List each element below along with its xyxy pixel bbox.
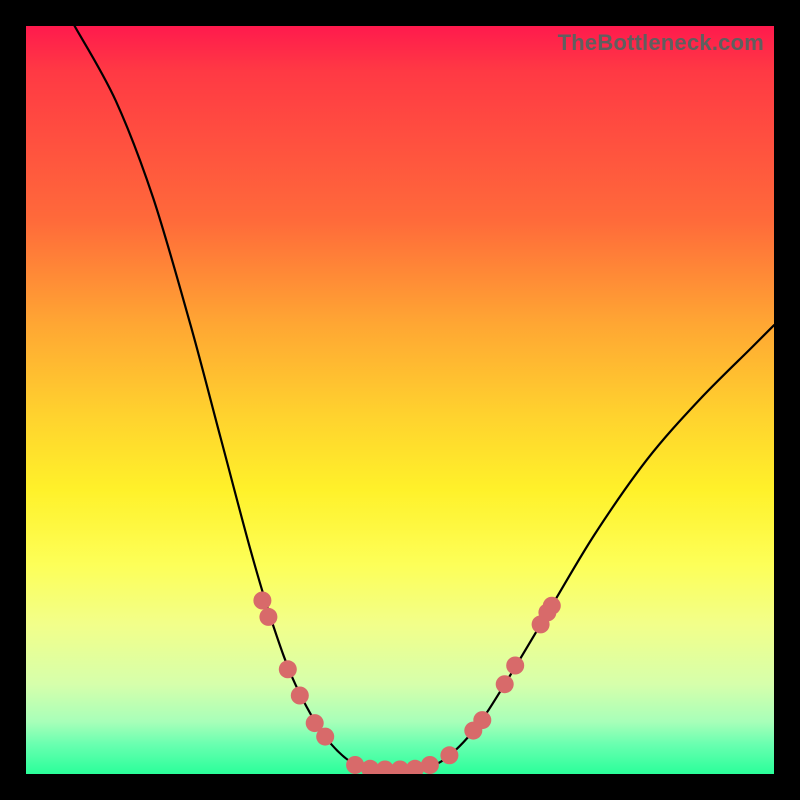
data-marker bbox=[361, 760, 379, 774]
plot-area: TheBottleneck.com bbox=[26, 26, 774, 774]
data-marker bbox=[391, 761, 409, 775]
data-marker bbox=[421, 756, 439, 774]
data-marker bbox=[538, 603, 556, 621]
data-marker bbox=[532, 615, 550, 633]
watermark-label: TheBottleneck.com bbox=[558, 30, 764, 56]
data-marker bbox=[440, 746, 458, 764]
data-marker bbox=[306, 714, 324, 732]
data-marker bbox=[376, 761, 394, 775]
data-marker bbox=[316, 728, 334, 746]
data-marker bbox=[496, 675, 514, 693]
data-marker bbox=[259, 608, 277, 626]
data-marker bbox=[543, 597, 561, 615]
data-marker bbox=[473, 711, 491, 729]
bottleneck-curve bbox=[26, 26, 774, 774]
data-marker bbox=[346, 756, 364, 774]
chart-frame: TheBottleneck.com bbox=[0, 0, 800, 800]
data-marker bbox=[406, 760, 424, 774]
data-marker bbox=[464, 722, 482, 740]
data-marker bbox=[253, 592, 271, 610]
data-marker bbox=[506, 657, 524, 675]
data-marker bbox=[291, 687, 309, 705]
data-marker bbox=[279, 660, 297, 678]
